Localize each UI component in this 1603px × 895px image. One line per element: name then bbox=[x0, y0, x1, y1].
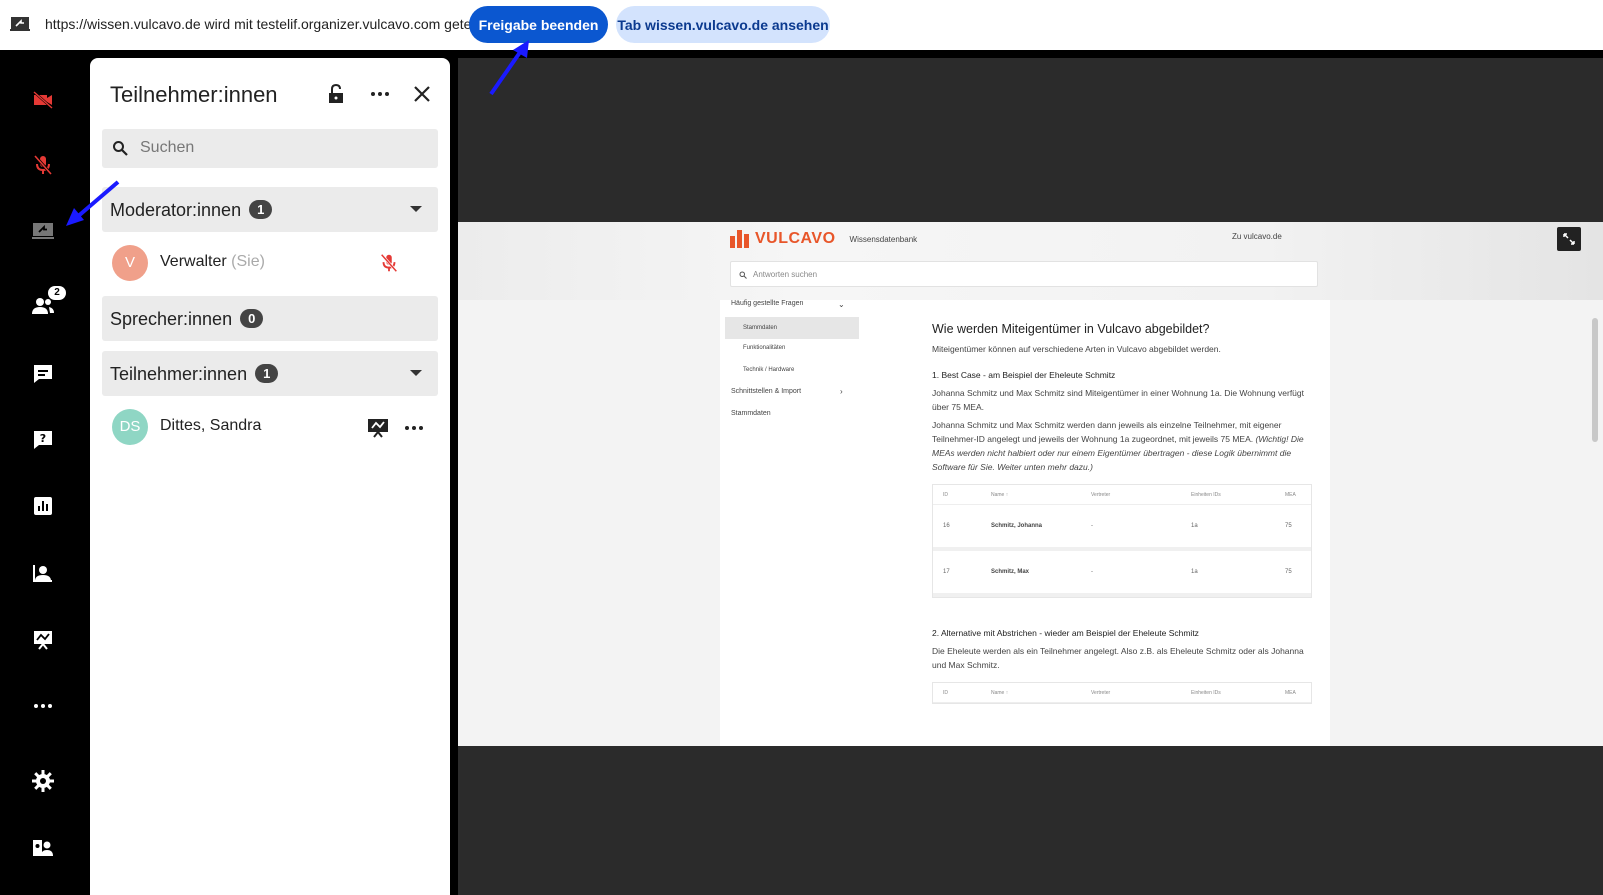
mic-off-icon[interactable] bbox=[30, 152, 56, 178]
mic-off-icon[interactable] bbox=[378, 251, 400, 275]
participants-panel: Teilnehmer:innen Moderator:innen 1 V Verw… bbox=[90, 58, 450, 895]
article-heading-1: 1. Best Case - am Beispiel der Eheleute … bbox=[932, 370, 1116, 380]
table-header: ID Name ↑ Vertreter Einheiten IDs MEA bbox=[933, 683, 1311, 703]
article-paragraph: Johanna Schmitz und Max Schmitz sind Mit… bbox=[932, 388, 1304, 412]
site-search-icon bbox=[739, 271, 747, 279]
camera-off-icon[interactable] bbox=[30, 87, 56, 113]
self-label: (Sie) bbox=[231, 253, 265, 270]
presenter-icon[interactable] bbox=[366, 416, 390, 440]
site-nav-faq: Häufig gestellte Fragen bbox=[731, 300, 804, 307]
participant-name: Verwalter bbox=[160, 253, 227, 270]
close-icon[interactable] bbox=[410, 82, 434, 106]
expand-icon bbox=[1557, 227, 1581, 251]
chat-icon[interactable] bbox=[30, 361, 56, 387]
list-item-moderator[interactable]: V Verwalter (Sie) bbox=[102, 238, 438, 288]
table-row: 17 Schmitz, Max - 1a 75 bbox=[933, 551, 1311, 597]
participants-badge: 2 bbox=[48, 286, 66, 300]
section-participants[interactable]: Teilnehmer:innen 1 bbox=[102, 351, 438, 396]
screen-share-icon[interactable] bbox=[30, 218, 56, 244]
share-bar: https://wissen.vulcavo.de wird mit teste… bbox=[0, 0, 1603, 50]
qa-icon[interactable]: ? bbox=[30, 427, 56, 453]
article-title: Wie werden Miteigentümer in Vulcavo abge… bbox=[932, 322, 1210, 336]
site-left-gutter bbox=[458, 300, 720, 746]
caret-down-icon[interactable] bbox=[410, 370, 422, 376]
brand-name: VULCAVO bbox=[755, 230, 836, 247]
search-box bbox=[102, 129, 438, 168]
shared-screen: VULCAVO Wissensdatenbank Zu vulcavo.de A… bbox=[458, 222, 1603, 746]
search-icon bbox=[113, 141, 128, 156]
section-label: Moderator:innen bbox=[110, 200, 242, 220]
data-table: ID Name ↑ Vertreter Einheiten IDs MEA bbox=[932, 682, 1312, 704]
list-item-participant[interactable]: DS Dittes, Sandra bbox=[102, 402, 438, 452]
site-nav-funktionalitaeten: Funktionalitäten bbox=[743, 345, 786, 351]
site-nav-stammdaten-sub: Stammdaten bbox=[725, 317, 859, 339]
site-nav-technik: Technik / Hardware bbox=[743, 367, 795, 373]
article-paragraph: Die Eheleute werden als ein Teilnehmer a… bbox=[932, 646, 1304, 670]
logo-mark-icon bbox=[730, 230, 751, 248]
data-table: ID Name ↑ Vertreter Einheiten IDs MEA 16… bbox=[932, 484, 1312, 598]
article: Wie werden Miteigentümer in Vulcavo abge… bbox=[932, 322, 1312, 704]
more-icon[interactable] bbox=[30, 693, 56, 719]
section-count: 0 bbox=[240, 309, 264, 328]
participant-more-icon[interactable] bbox=[402, 416, 426, 440]
site-nav-stammdaten: Stammdaten bbox=[731, 410, 771, 417]
stop-sharing-button[interactable]: Freigabe beenden bbox=[469, 6, 608, 43]
section-label: Sprecher:innen bbox=[110, 309, 233, 329]
settings-icon[interactable] bbox=[30, 768, 56, 794]
section-moderators[interactable]: Moderator:innen 1 bbox=[102, 187, 438, 232]
share-status-text: https://wissen.vulcavo.de wird mit teste… bbox=[45, 16, 482, 32]
section-label: Teilnehmer:innen bbox=[110, 364, 248, 384]
site-search-box: Antworten suchen bbox=[730, 261, 1318, 287]
presentation-icon[interactable] bbox=[30, 627, 56, 653]
unlock-icon[interactable] bbox=[324, 82, 348, 106]
participant-name: Dittes, Sandra bbox=[160, 417, 262, 434]
avatar: DS bbox=[112, 409, 148, 445]
article-intro: Miteigentümer können auf verschiedene Ar… bbox=[932, 344, 1221, 354]
section-count: 1 bbox=[249, 200, 273, 219]
site-right-gutter bbox=[1330, 300, 1603, 746]
svg-text:?: ? bbox=[40, 432, 46, 445]
table-row: 16 Schmitz, Johanna - 1a 75 bbox=[933, 505, 1311, 551]
share-screen-icon bbox=[10, 17, 30, 31]
section-speakers[interactable]: Sprecher:innen 0 bbox=[102, 296, 438, 341]
panel-more-icon[interactable] bbox=[368, 82, 392, 106]
view-tab-button[interactable]: Tab wissen.vulcavo.de ansehen bbox=[616, 6, 830, 43]
poll-icon[interactable] bbox=[30, 493, 56, 519]
left-rail: 2 ? bbox=[0, 50, 90, 895]
brand-subtitle: Wissensdatenbank bbox=[849, 234, 918, 244]
panel-title: Teilnehmer:innen bbox=[110, 82, 278, 107]
chevron-right-icon: › bbox=[840, 387, 843, 396]
user-board-icon[interactable] bbox=[30, 560, 56, 586]
site-nav-schnittstellen: Schnittstellen & Import bbox=[731, 388, 802, 395]
manage-users-icon[interactable] bbox=[30, 835, 56, 861]
site-scrollbar bbox=[1592, 318, 1598, 442]
vulcavo-logo: VULCAVO Wissensdatenbank bbox=[730, 230, 917, 248]
article-heading-2: 2. Alternative mit Abstrichen - wieder a… bbox=[932, 628, 1199, 638]
avatar: V bbox=[112, 245, 148, 281]
site-search-placeholder: Antworten suchen bbox=[753, 270, 818, 279]
search-input[interactable] bbox=[140, 137, 420, 159]
chevron-down-icon: ⌄ bbox=[838, 300, 845, 309]
article-paragraph: Johanna Schmitz und Max Schmitz werden d… bbox=[932, 420, 1304, 472]
caret-down-icon[interactable] bbox=[410, 206, 422, 212]
section-count: 1 bbox=[255, 364, 279, 383]
table-header: ID Name ↑ Vertreter Einheiten IDs MEA bbox=[933, 485, 1311, 505]
site-link: Zu vulcavo.de bbox=[1232, 232, 1282, 241]
